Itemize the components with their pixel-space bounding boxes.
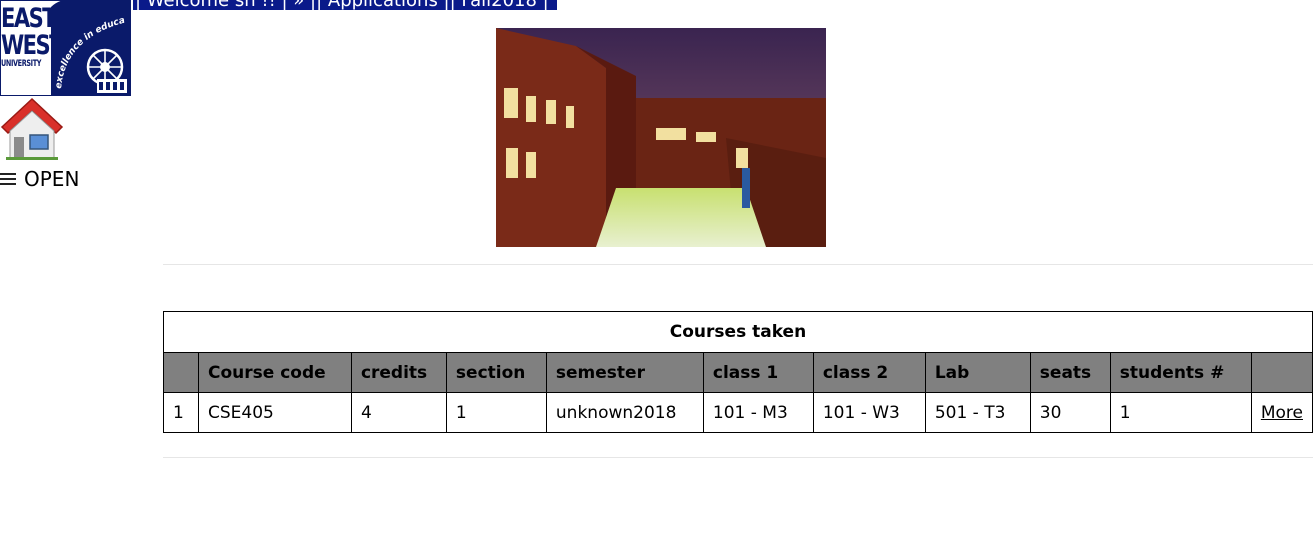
cell-index: 1 bbox=[163, 392, 199, 433]
cell-section: 1 bbox=[445, 392, 547, 433]
cell-action: More bbox=[1250, 392, 1314, 433]
home-icon[interactable] bbox=[0, 97, 64, 161]
col-header-class2: class 2 bbox=[812, 352, 926, 393]
welcome-text: | Welcome sh !! | » || Applications || F… bbox=[135, 0, 549, 10]
col-header-seats: seats bbox=[1029, 352, 1111, 393]
courses-table: Courses taken Course code credits sectio… bbox=[163, 311, 1314, 433]
col-header-credits: credits bbox=[350, 352, 447, 393]
cell-credits: 4 bbox=[350, 392, 447, 433]
hamburger-icon bbox=[0, 172, 16, 186]
col-header-course-code: Course code bbox=[197, 352, 352, 393]
logo-line-west: WEST bbox=[1, 30, 63, 61]
welcome-bar: | Welcome sh !! | » || Applications || F… bbox=[133, 0, 557, 10]
divider-top bbox=[163, 264, 1313, 265]
cell-semester: unknown2018 bbox=[545, 392, 704, 433]
table-row: 1 CSE405 4 1 unknown2018 101 - M3 101 - … bbox=[163, 392, 1314, 433]
cell-lab: 501 - T3 bbox=[924, 392, 1031, 433]
cell-students: 1 bbox=[1109, 392, 1252, 433]
cell-seats: 30 bbox=[1029, 392, 1111, 433]
courses-table-header-row: Course code credits section semester cla… bbox=[163, 352, 1314, 393]
cell-class2: 101 - W3 bbox=[812, 392, 926, 433]
col-header-semester: semester bbox=[545, 352, 704, 393]
university-emblem-icon: excellence in education bbox=[51, 1, 130, 95]
open-menu-label: OPEN bbox=[24, 167, 80, 191]
logo-wordmark: EAST WEST UNIVERSITY bbox=[1, 3, 63, 69]
col-header-section: section bbox=[445, 352, 547, 393]
more-link[interactable]: More bbox=[1261, 403, 1303, 423]
campus-photo bbox=[496, 28, 826, 247]
open-menu-button[interactable]: OPEN bbox=[0, 166, 79, 192]
cell-course-code: CSE405 bbox=[197, 392, 352, 433]
university-logo[interactable]: EAST WEST UNIVERSITY excellence in educa… bbox=[0, 0, 131, 96]
logo-line-university: UNIVERSITY bbox=[1, 59, 42, 69]
col-header-class1: class 1 bbox=[702, 352, 814, 393]
courses-table-caption: Courses taken bbox=[163, 311, 1313, 352]
col-header-index bbox=[163, 352, 199, 393]
col-header-lab: Lab bbox=[924, 352, 1031, 393]
col-header-students: students # bbox=[1109, 352, 1252, 393]
col-header-action bbox=[1250, 352, 1314, 393]
divider-bottom bbox=[163, 457, 1313, 458]
logo-line-east: EAST bbox=[1, 3, 57, 34]
cell-class1: 101 - M3 bbox=[702, 392, 814, 433]
